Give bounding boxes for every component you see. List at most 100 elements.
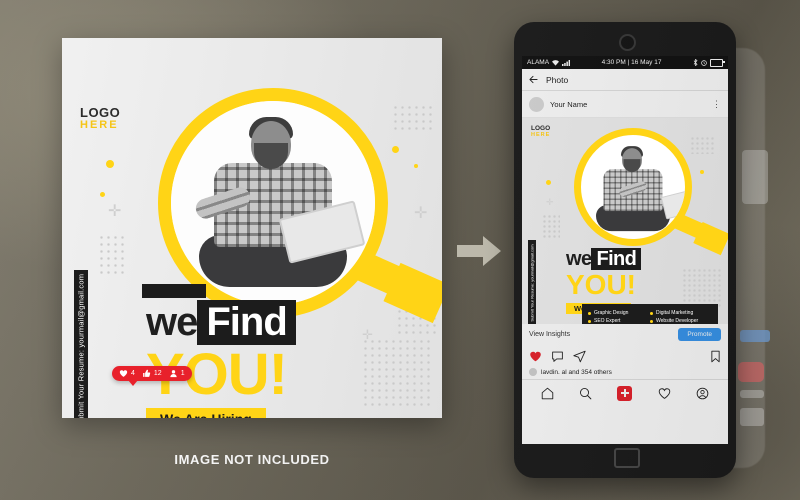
app-bar: Photo	[522, 69, 728, 91]
reaction-thumbs-up: 12	[142, 369, 162, 378]
reaction-person-count: 1	[180, 370, 185, 377]
pp-service-label: Graphic Design	[594, 310, 629, 316]
promote-button[interactable]: Promote	[678, 327, 721, 341]
pp-logo-line2: HERE	[531, 131, 551, 138]
ghost-card-1	[742, 150, 768, 204]
send-icon[interactable]	[573, 350, 586, 363]
phone-mockup: ALAMA 4:30 PM | 16 May 17 Photo Your Nam…	[514, 22, 736, 478]
ghost-chip-2	[740, 408, 764, 426]
pp-headline-find: Find	[591, 248, 642, 270]
post-logo-line2: HERE	[80, 118, 119, 131]
headline-line-1: we Find	[146, 300, 296, 345]
pp-yellow-dot-1	[546, 180, 551, 185]
pp-person-laptop	[660, 187, 685, 220]
status-bar-time: 4:30 PM | 16 May 17	[570, 59, 693, 66]
home-button[interactable]	[614, 448, 640, 468]
ghost-promote-chip	[740, 330, 770, 342]
bottom-tab-bar	[522, 379, 728, 406]
bullet-icon	[588, 311, 591, 315]
phone-post-image[interactable]: ✛ LOGO HERE Submit Your Resume: yourmail…	[522, 118, 728, 324]
square-post-design: ✛ ✛ ✛ ✛ LOGO HERE	[62, 38, 442, 418]
post-headline: we Find YOU! We Are Hiring	[146, 300, 296, 418]
yellow-dot-2	[100, 192, 105, 197]
alarm-icon	[701, 59, 707, 66]
headline-we: we	[146, 300, 198, 344]
comment-icon[interactable]	[551, 350, 564, 363]
app-bar-title: Photo	[546, 74, 569, 85]
phone-screen: ALAMA 4:30 PM | 16 May 17 Photo Your Nam…	[522, 56, 728, 444]
yellow-dot-4	[414, 164, 418, 168]
view-insights-link[interactable]: View Insights	[529, 331, 570, 338]
post-logo: LOGO HERE	[80, 106, 120, 131]
resume-ribbon-text: Submit Your Resume: yourmail@gmail.com	[76, 273, 86, 418]
ghost-reaction-chip	[738, 362, 764, 382]
kebab-menu-icon[interactable]: ⋮	[712, 99, 721, 109]
avatar[interactable]	[529, 96, 544, 112]
pp-logo: LOGO HERE	[531, 125, 551, 139]
author-name: Your Name	[550, 99, 588, 109]
status-bar-right	[693, 58, 725, 67]
image-not-included-caption: IMAGE NOT INCLUDED	[174, 452, 330, 467]
back-arrow-icon[interactable]	[529, 75, 538, 84]
headline-accent-band	[142, 284, 206, 298]
plus-decor-1: ✛	[108, 203, 122, 220]
bullet-icon	[650, 319, 653, 323]
liker-avatar	[529, 368, 537, 376]
pp-plus-decor: ✛	[546, 197, 554, 207]
heart-icon[interactable]	[529, 350, 542, 363]
reaction-thumbs-up-count: 12	[153, 370, 162, 377]
yellow-dot-3	[392, 146, 399, 153]
pp-dot-grid-right	[690, 136, 716, 154]
pp-service-item: Digital Marketing	[650, 310, 712, 316]
pp-magnifier-lens	[574, 128, 692, 246]
bullet-icon	[588, 319, 591, 323]
pp-person-illustration	[596, 138, 685, 232]
bluetooth-icon	[693, 59, 698, 66]
pp-headline-we: we	[566, 248, 592, 270]
pp-service-item: Website Developer	[650, 318, 712, 324]
pp-services-list: Graphic Design Digital Marketing SEO Exp…	[582, 304, 718, 324]
dot-grid-top-right	[392, 104, 432, 130]
home-icon[interactable]	[541, 387, 554, 400]
pp-dot-grid-bottom	[682, 268, 722, 308]
front-camera-icon	[618, 34, 636, 51]
status-bar-left: ALAMA	[527, 59, 571, 66]
add-post-icon[interactable]	[617, 385, 633, 401]
resume-ribbon: Submit Your Resume: yourmail@gmail.com	[74, 270, 88, 418]
bookmark-icon[interactable]	[710, 350, 721, 363]
likes-summary: lavdin. al and 354 others	[522, 368, 728, 379]
bullet-icon	[650, 311, 653, 315]
post-logo-line1: LOGO	[80, 105, 121, 120]
pp-resume-ribbon: Submit Your Resume: yourmail@gmail.com	[528, 240, 536, 324]
insights-row: View Insights Promote	[522, 324, 728, 344]
pp-yellow-dot-2	[700, 170, 704, 174]
reaction-heart: 4	[119, 369, 135, 378]
pp-resume-ribbon-text: Submit Your Resume: yourmail@gmail.com	[529, 244, 535, 322]
carrier-label: ALAMA	[527, 59, 550, 66]
pp-service-item: SEO Expert	[588, 318, 650, 324]
ghost-chip-1	[740, 390, 764, 398]
plus-decor-3: ✛	[414, 205, 428, 222]
headline-find: Find	[197, 300, 296, 345]
battery-icon	[710, 58, 725, 67]
dot-grid-left	[98, 234, 128, 278]
reaction-counter-bubble[interactable]: 4 12 1	[112, 366, 192, 386]
wifi-icon	[552, 59, 560, 66]
plus-decor-4: ✛	[362, 327, 373, 342]
post-author-row: Your Name ⋮	[522, 91, 728, 118]
activity-heart-icon[interactable]	[658, 387, 671, 400]
status-date: 16 May 17	[631, 59, 662, 66]
hero-photo	[171, 101, 375, 305]
pp-headline-line-1: we Find	[566, 248, 642, 271]
pp-service-item: Graphic Design	[588, 310, 650, 316]
dot-grid-bottom-right	[362, 338, 434, 406]
profile-icon[interactable]	[696, 387, 709, 400]
pp-service-label: SEO Expert	[594, 318, 621, 324]
pp-service-label: Website Developer	[656, 318, 699, 324]
scene-canvas: ✛ ✛ ✛ ✛ LOGO HERE	[0, 0, 800, 500]
search-icon[interactable]	[579, 387, 592, 400]
status-time: 4:30 PM	[601, 59, 626, 66]
post-actions-row	[522, 344, 728, 368]
transition-arrow-icon	[457, 236, 501, 266]
likes-text: lavdin. al and 354 others	[541, 368, 612, 376]
